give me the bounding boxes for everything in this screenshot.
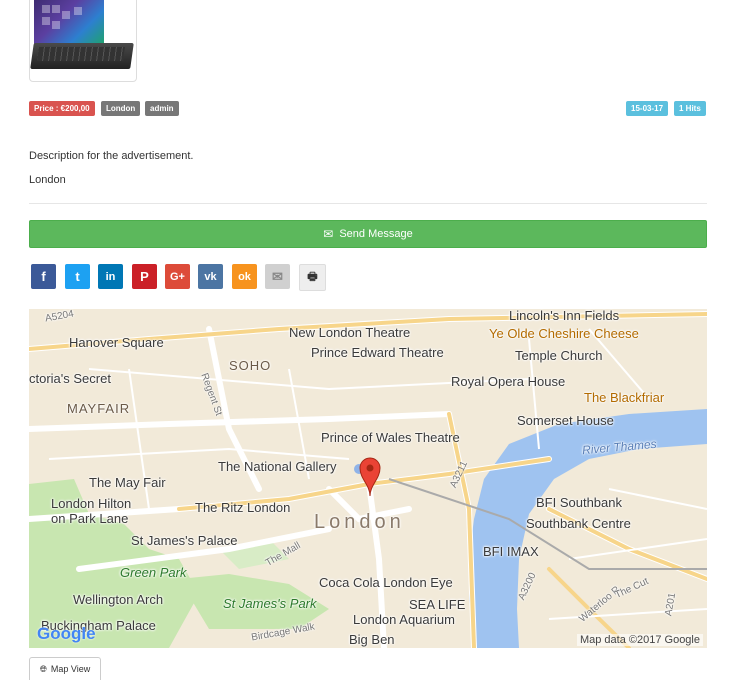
date-badge: 15-03-17 [626, 101, 669, 116]
pinterest-icon: P [140, 269, 149, 284]
pinterest-share-button[interactable]: P [132, 264, 157, 289]
map-label: Temple Church [515, 348, 603, 363]
map-district: MAYFAIR [67, 401, 131, 416]
map-district: SOHO [229, 358, 272, 373]
email-icon: ✉ [272, 268, 283, 284]
map-credit: Map data ©2017 Google [576, 634, 703, 646]
location-map[interactable]: Lincoln's Inn Fields Ye Olde Cheshire Ch… [29, 309, 707, 648]
map-label: Wellington Arch [73, 592, 164, 607]
send-message-button[interactable]: ✉ Send Message [29, 220, 707, 248]
map-label: Ye Olde Cheshire Cheese [489, 326, 639, 341]
ad-location: London [29, 174, 66, 186]
print-share-button[interactable]: 🖶 [299, 264, 326, 291]
laptop-keyboard [37, 47, 125, 61]
map-label: BFI IMAX [483, 544, 539, 559]
google-plus-icon: G+ [170, 270, 185, 283]
product-thumbnail[interactable] [29, 0, 137, 82]
price-badge: Price : €200,00 [29, 101, 95, 116]
hits-badge: 1 Hits [674, 101, 706, 116]
divider [29, 203, 707, 204]
vk-icon: vk [204, 270, 217, 283]
linkedin-icon: in [105, 270, 116, 283]
odnoklassniki-icon: ok [238, 270, 251, 283]
google-plus-share-button[interactable]: G+ [165, 264, 190, 289]
map-label: BFI Southbank [536, 495, 622, 510]
map-label: Prince of Wales Theatre [321, 430, 460, 445]
linkedin-share-button[interactable]: in [98, 264, 123, 289]
map-label: ctoria's Secret [29, 371, 111, 386]
globe-icon: 🌐︎ [39, 663, 47, 674]
map-label: Prince Edward Theatre [311, 345, 444, 360]
map-label: The May Fair [89, 475, 166, 490]
map-marker-icon[interactable] [359, 457, 381, 497]
map-view-label: Map View [50, 664, 91, 674]
map-label: Somerset House [517, 413, 614, 428]
park-label: Green Park [120, 565, 187, 580]
map-label: The Ritz London [195, 500, 291, 515]
map-label: London Aquarium [353, 612, 455, 627]
email-share-button[interactable]: ✉ [265, 264, 290, 289]
city-badge: London [101, 101, 141, 116]
map-label: St James's Palace [131, 533, 238, 548]
vk-share-button[interactable]: vk [198, 264, 223, 289]
print-icon: 🖶 [307, 271, 318, 283]
map-label: London Hilton [51, 496, 132, 511]
map-city-label: London [314, 511, 405, 533]
laptop-image [34, 0, 104, 45]
user-badge: admin [145, 101, 179, 116]
map-label: Coca Cola London Eye [319, 575, 453, 590]
ad-description: Description for the advertisement. [29, 150, 194, 162]
park-label: St James's Park [223, 596, 317, 611]
map-label: Southbank Centre [526, 516, 631, 531]
twitter-icon: t [75, 269, 80, 284]
map-label: on Park Lane [51, 511, 129, 526]
send-message-label: Send Message [339, 228, 413, 240]
map-label: Big Ben [349, 632, 395, 647]
map-label: SEA LIFE [409, 597, 466, 612]
map-view-tab[interactable]: 🌐︎ Map View [29, 657, 101, 680]
facebook-share-button[interactable]: f [31, 264, 56, 289]
facebook-icon: f [41, 269, 46, 284]
envelope-icon: ✉ [323, 227, 334, 241]
map-label: Hanover Square [69, 335, 164, 350]
google-logo: Google [37, 624, 96, 643]
map-label: Lincoln's Inn Fields [509, 309, 620, 323]
map-label: New London Theatre [289, 325, 411, 340]
map-label: The National Gallery [218, 459, 337, 474]
odnoklassniki-share-button[interactable]: ok [232, 264, 257, 289]
twitter-share-button[interactable]: t [65, 264, 90, 289]
map-label: Royal Opera House [451, 374, 566, 389]
map-label: The Blackfriar [584, 390, 665, 405]
